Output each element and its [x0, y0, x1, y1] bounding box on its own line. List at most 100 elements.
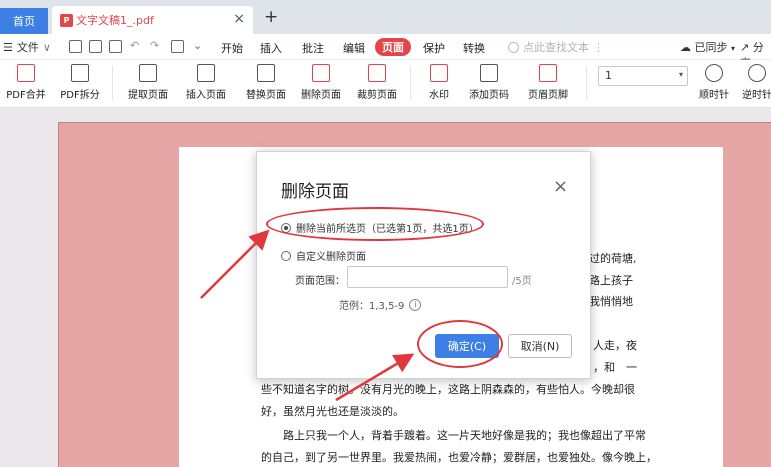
- file-menu-label: 文件: [16, 41, 39, 54]
- rotate-counterclockwise-icon: [747, 64, 766, 82]
- watermark-button[interactable]: 水印: [424, 62, 454, 101]
- tab-home-ribbon[interactable]: 开始: [221, 40, 243, 56]
- search-box[interactable]: 点此查找文本 ⋮: [508, 39, 604, 55]
- delete-page-label: 删除页面: [301, 90, 341, 101]
- doc-text-line: 好，虽然月光也还是淡淡的。: [261, 405, 404, 418]
- divider: [410, 66, 411, 100]
- file-menu[interactable]: ☰ 文件 ∨: [3, 39, 51, 55]
- chevron-down-icon: ▾: [731, 44, 736, 53]
- doc-text-line: 过的荷塘,: [589, 252, 637, 265]
- new-tab-icon[interactable]: +: [264, 7, 278, 27]
- rotate-clockwise-icon: [705, 64, 723, 82]
- doc-text-line: 的自己，到了另一世界里。我爱热闹，也爱冷静；爱群居，也爱独处。像今晚上，: [261, 451, 657, 464]
- chevron-down-icon: ▾: [678, 70, 683, 79]
- format-icon[interactable]: [171, 40, 184, 53]
- print-icon[interactable]: [109, 40, 122, 53]
- rotate-clockwise-button[interactable]: 顺时针: [697, 62, 731, 101]
- annotation-ellipse-option: [266, 207, 484, 241]
- pdf-file-icon: P: [60, 13, 73, 27]
- chevron-down-icon: ∨: [42, 40, 51, 54]
- menu-bar: ☰ 文件 ∨ ↶ ↷ ⌄ 开始 插入 批注 编辑 页面 保护 转换 点此查找文本…: [0, 34, 771, 70]
- doc-text-line: 我悄悄地: [589, 295, 633, 308]
- hamburger-icon: ☰: [3, 40, 13, 54]
- tab-edit[interactable]: 编辑: [343, 40, 365, 56]
- header-footer-icon: [539, 64, 557, 82]
- replace-page-label: 替换页面: [246, 90, 286, 101]
- rotate-counterclockwise-label: 逆时针: [742, 90, 771, 101]
- header-footer-label: 页眉页脚: [528, 90, 568, 101]
- add-page-number-button[interactable]: 添加页码: [468, 62, 510, 101]
- doc-text-line: ，和 一: [593, 361, 637, 374]
- option-custom-delete[interactable]: 自定义删除页面: [281, 248, 366, 263]
- extract-page-button[interactable]: 提取页面: [127, 62, 169, 101]
- range-example: 范例：1,3,5-9 i: [339, 297, 422, 312]
- undo-icon[interactable]: ↶: [130, 39, 139, 52]
- page-total-suffix: /5页: [512, 276, 532, 287]
- watermark-label: 水印: [429, 90, 449, 101]
- pdf-split-label: PDF拆分: [60, 90, 100, 101]
- sync-label: 已同步: [694, 41, 728, 54]
- pdf-split-button[interactable]: PDF拆分: [60, 62, 100, 101]
- split-icon: [71, 64, 89, 82]
- cloud-icon: ☁: [680, 41, 691, 54]
- quick-access-more-icon[interactable]: ⌄: [193, 39, 202, 52]
- insert-page-icon: [197, 64, 215, 82]
- sync-status[interactable]: ☁ 已同步 ▾: [680, 39, 735, 55]
- delete-page-button[interactable]: 删除页面: [300, 62, 342, 101]
- tab-page[interactable]: 页面: [375, 38, 411, 56]
- tab-protect[interactable]: 保护: [423, 40, 445, 56]
- delete-page-icon: [312, 64, 330, 82]
- save-icon[interactable]: [89, 40, 102, 53]
- pdf-merge-button[interactable]: PDF合并: [6, 62, 46, 101]
- close-icon[interactable]: ×: [553, 176, 568, 197]
- cancel-button[interactable]: 取消(N): [508, 334, 572, 358]
- info-icon[interactable]: i: [409, 298, 422, 311]
- tab-bar: 首页 P 文字文稿1_.pdf × +: [0, 0, 771, 34]
- page-range-label: 页面范围：: [295, 276, 345, 287]
- search-placeholder: 点此查找文本: [523, 41, 589, 54]
- page-range-input[interactable]: [347, 266, 508, 288]
- share-icon: ↗: [740, 41, 750, 54]
- redo-icon[interactable]: ↷: [150, 39, 159, 52]
- tab-home-label: 首页: [13, 15, 35, 28]
- tab-document-title: 文字文稿1_.pdf: [76, 14, 154, 27]
- doc-text-line: 人走，夜: [593, 339, 637, 352]
- insert-page-label: 插入页面: [186, 90, 226, 101]
- radio-unselected-icon[interactable]: [281, 250, 291, 261]
- doc-text-line: 路上孩子: [589, 274, 633, 287]
- close-tab-icon[interactable]: ×: [233, 11, 245, 27]
- tab-comment[interactable]: 批注: [302, 40, 324, 56]
- merge-icon: [17, 64, 35, 82]
- pdf-merge-label: PDF合并: [6, 90, 46, 101]
- extract-icon: [139, 64, 157, 82]
- tab-convert[interactable]: 转换: [463, 40, 485, 56]
- doc-text-line: 路上只我一个人，背着手踱着。这一片天地好像是我的；我也像超出了平常: [261, 429, 646, 442]
- divider: [586, 66, 587, 100]
- replace-page-button[interactable]: 替换页面: [245, 62, 287, 101]
- rotate-counterclockwise-button[interactable]: 逆时针: [742, 62, 771, 101]
- replace-icon: [257, 64, 275, 82]
- page-number-value: 1: [605, 69, 612, 82]
- annotation-ellipse-confirm: [417, 320, 503, 368]
- option-custom-delete-label: 自定义删除页面: [296, 252, 366, 263]
- page-number-select[interactable]: 1 ▾: [598, 66, 688, 86]
- header-footer-button[interactable]: 页眉页脚: [524, 62, 572, 101]
- crop-page-button[interactable]: 裁剪页面: [356, 62, 398, 101]
- watermark-icon: [430, 64, 448, 82]
- tab-document[interactable]: P 文字文稿1_.pdf ×: [52, 6, 253, 34]
- insert-page-button[interactable]: 插入页面: [182, 62, 230, 101]
- page-number-icon: [480, 64, 498, 82]
- rotate-clockwise-label: 顺时针: [699, 90, 729, 101]
- add-page-number-label: 添加页码: [469, 90, 509, 101]
- open-folder-icon[interactable]: [69, 40, 82, 53]
- extract-page-label: 提取页面: [128, 90, 168, 101]
- dialog-title: 删除页面: [281, 182, 349, 202]
- tab-home[interactable]: 首页: [0, 8, 48, 34]
- divider: [112, 66, 113, 100]
- doc-text-line: 些不知道名字的树。没有月光的晚上，这路上阴森森的，有些怕人。今晚却很: [261, 383, 635, 396]
- search-icon: [508, 41, 519, 53]
- crop-icon: [368, 64, 386, 82]
- crop-page-label: 裁剪页面: [357, 90, 397, 101]
- more-icon: ⋮: [593, 40, 604, 54]
- tab-insert[interactable]: 插入: [260, 40, 282, 56]
